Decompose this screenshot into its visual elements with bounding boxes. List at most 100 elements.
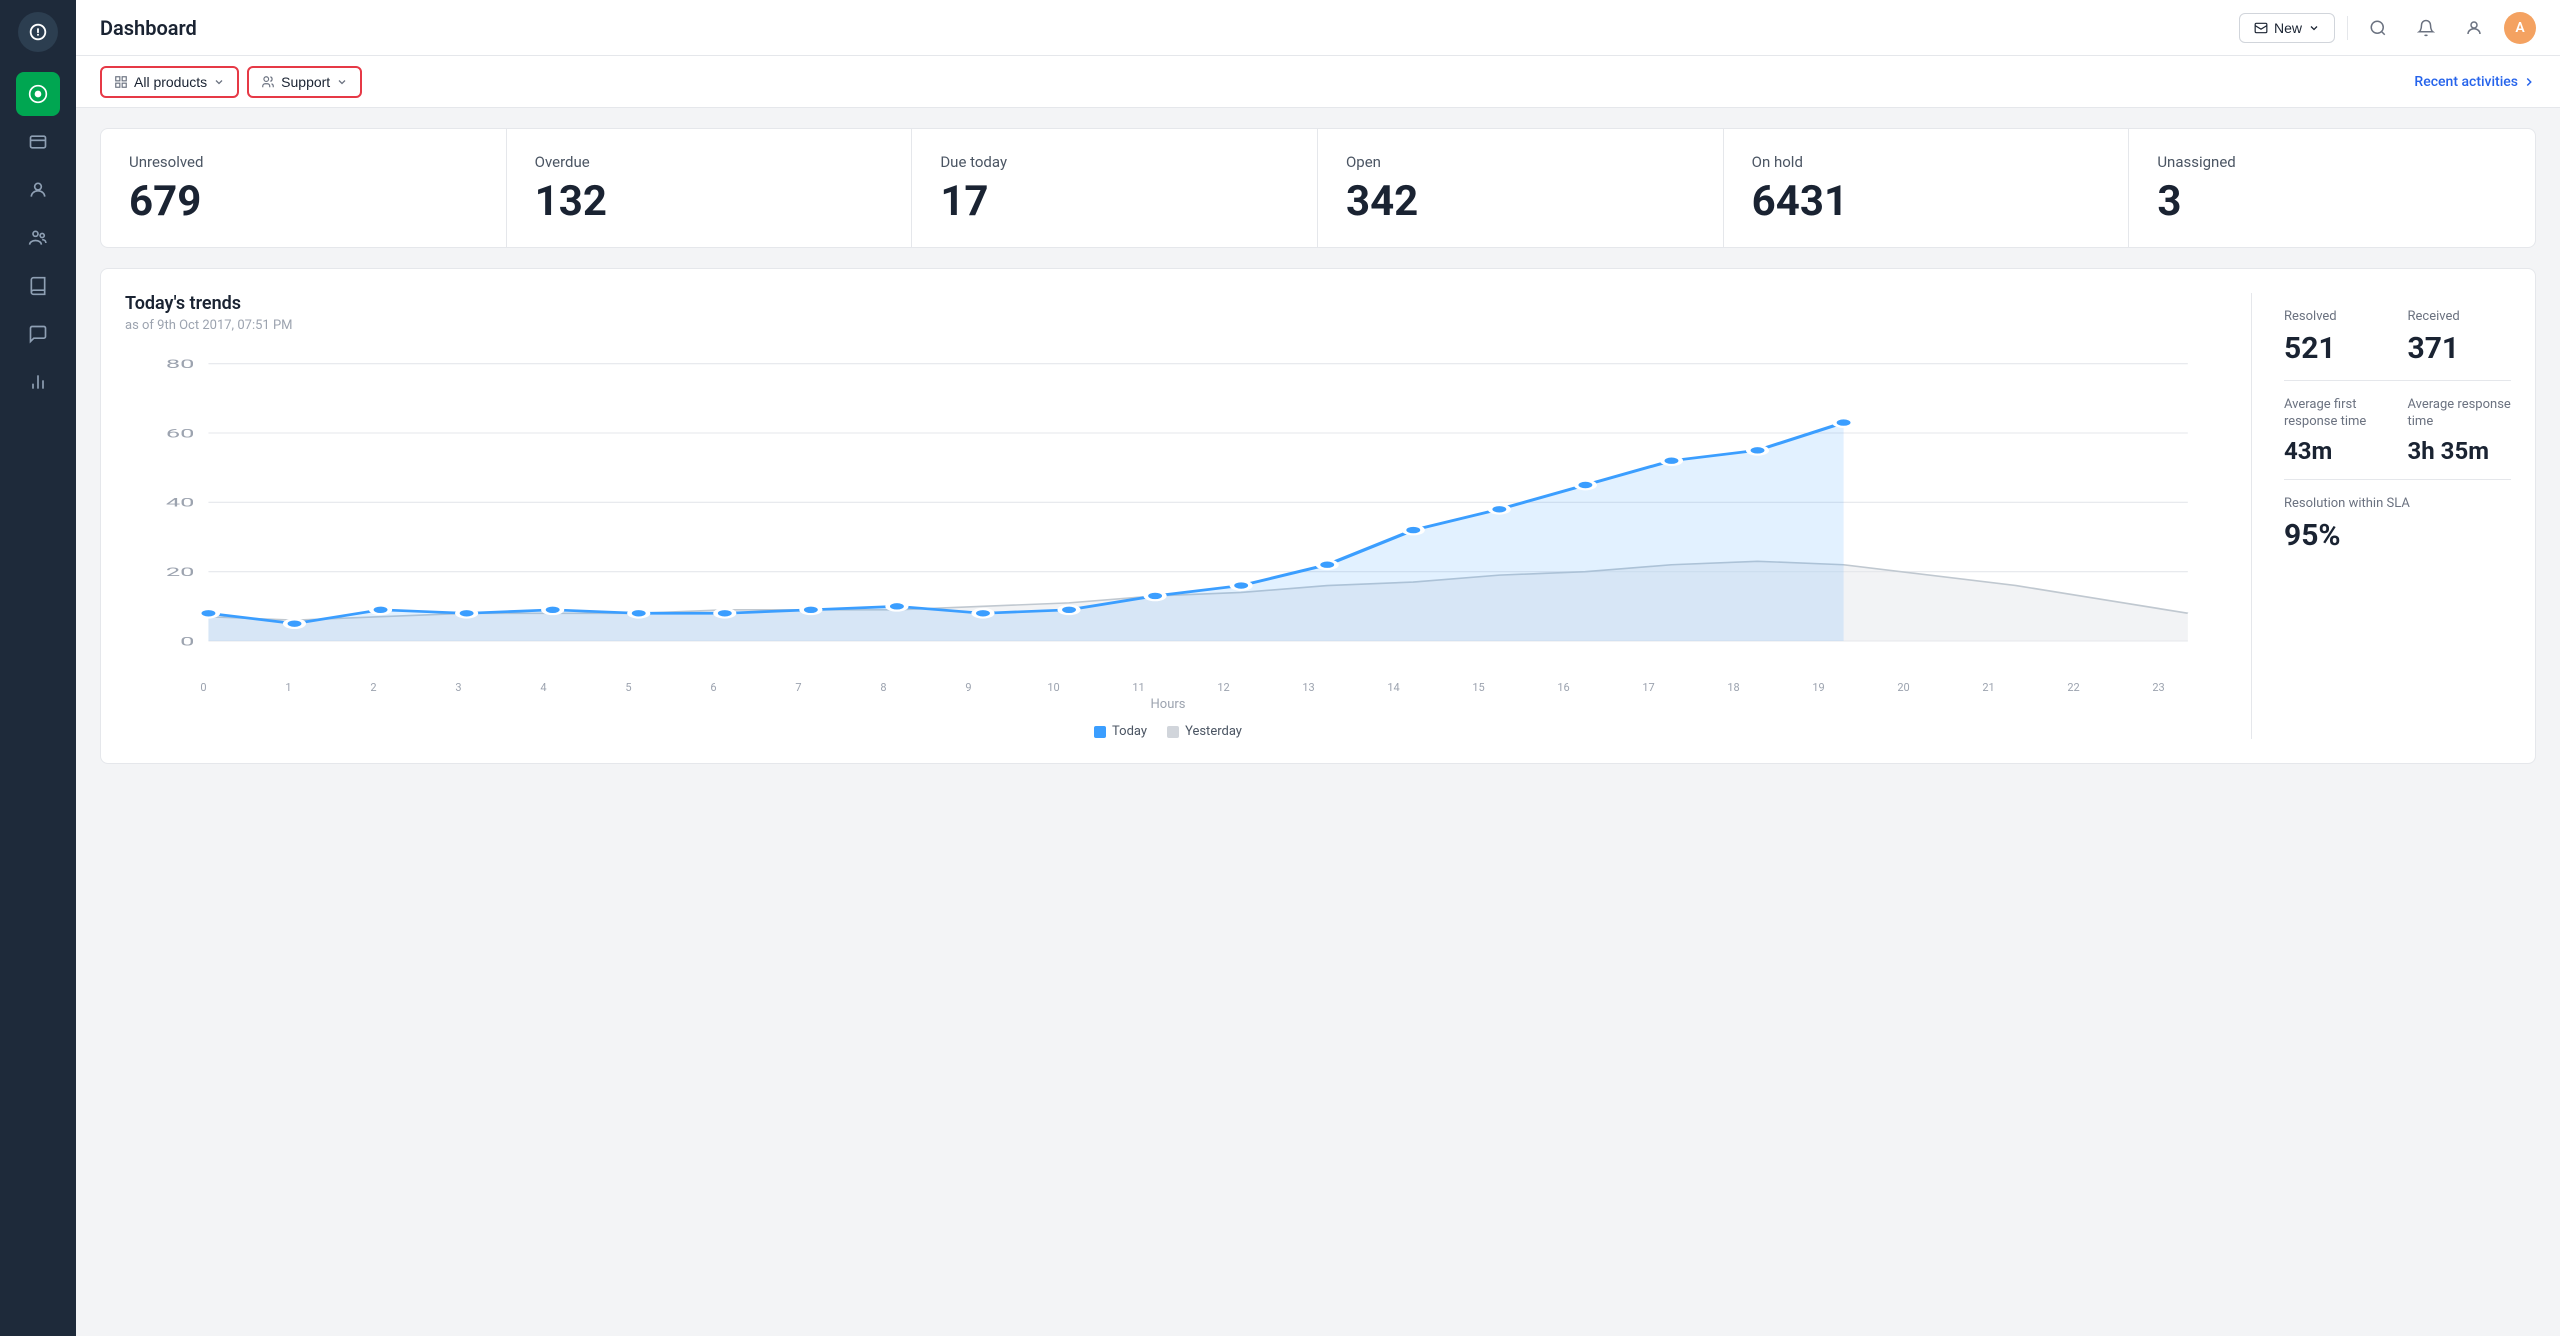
x-axis-title: Hours [125,697,2211,712]
svg-text:20: 20 [166,565,195,579]
metric-row-1: Resolved 521 Received 371 [2284,293,2511,381]
user-circle-icon [2465,19,2483,37]
content-area: Unresolved 679 Overdue 132 Due today 17 … [76,108,2560,1336]
header-divider [2347,16,2348,40]
resolution-sla-metric: Resolution within SLA 95% [2284,496,2511,551]
stat-card: Overdue 132 [507,129,913,247]
chart-container: 020406080 012345678910111213141516171819… [125,353,2211,693]
header-actions: New A [2239,10,2536,46]
chevron-right-icon [2522,75,2536,89]
stat-label: On hold [1752,153,2101,171]
page-title: Dashboard [100,16,197,40]
notifications-button[interactable] [2408,10,2444,46]
grid-icon [114,75,128,89]
resolution-sla-label: Resolution within SLA [2284,496,2511,513]
chevron-down-icon-2 [336,76,348,88]
stat-value: 679 [129,181,478,223]
header: Dashboard New A [76,0,2560,56]
resolved-metric: Resolved 521 [2284,309,2388,364]
stat-label: Overdue [535,153,884,171]
svg-text:60: 60 [166,427,195,441]
x-axis-label: 12 [1181,681,1266,694]
legend-today: Today [1094,724,1147,739]
stats-grid: Unresolved 679 Overdue 132 Due today 17 … [100,128,2536,248]
received-label: Received [2408,309,2512,326]
x-axis-label: 19 [1776,681,1861,694]
x-axis-label: 14 [1351,681,1436,694]
svg-text:80: 80 [166,357,195,371]
resolved-label: Resolved [2284,309,2388,326]
chevron-down-icon [2308,22,2320,34]
x-axis-label: 11 [1096,681,1181,694]
sidebar-item-dashboard[interactable] [16,72,60,116]
x-axis-label: 23 [2116,681,2201,694]
x-axis-label: 18 [1691,681,1776,694]
stat-value: 17 [940,181,1289,223]
stat-card: Unassigned 3 [2129,129,2535,247]
stat-label: Unassigned [2157,153,2507,171]
avatar[interactable]: A [2504,12,2536,44]
x-axis-labels: 01234567891011121314151617181920212223 [125,681,2211,694]
x-axis-label: 21 [1946,681,2031,694]
chevron-down-icon [213,76,225,88]
sidebar-item-reports[interactable] [16,360,60,404]
stat-label: Open [1346,153,1695,171]
svg-text:40: 40 [166,496,195,510]
avg-first-response-label: Average first response time [2284,397,2388,431]
avg-response-metric: Average response time 3h 35m [2408,397,2512,463]
received-metric: Received 371 [2408,309,2512,364]
metric-row-3: Resolution within SLA 95% [2284,480,2511,567]
support-filter[interactable]: Support [247,66,362,98]
users-icon [261,75,275,89]
app-logo[interactable] [18,12,58,52]
search-button[interactable] [2360,10,2396,46]
yesterday-dot [1167,726,1179,738]
stat-label: Due today [940,153,1289,171]
email-icon [2254,21,2268,35]
today-dot [1094,726,1106,738]
filter-bar: All products Support Recent activities [76,56,2560,108]
chart-subtitle: as of 9th Oct 2017, 07:51 PM [125,318,2211,333]
x-axis-label: 3 [416,681,501,694]
sidebar-item-knowledge[interactable] [16,264,60,308]
x-axis-label: 1 [246,681,331,694]
chart-legend: Today Yesterday [125,724,2211,739]
x-axis-label: 13 [1266,681,1351,694]
x-axis-label: 9 [926,681,1011,694]
sidebar [0,0,76,1336]
sidebar-item-tickets[interactable] [16,120,60,164]
bell-icon [2417,19,2435,37]
filter-controls: All products Support [100,66,362,98]
x-axis-label: 0 [161,681,246,694]
stat-card: Unresolved 679 [101,129,507,247]
stat-card: Open 342 [1318,129,1724,247]
search-icon [2369,19,2387,37]
chart-right: Resolved 521 Received 371 Average first … [2251,293,2511,739]
chart-left: Today's trends as of 9th Oct 2017, 07:51… [125,293,2211,739]
stat-value: 342 [1346,181,1695,223]
sidebar-item-contacts[interactable] [16,168,60,212]
resolution-sla-value: 95% [2284,521,2511,551]
user-menu-button[interactable] [2456,10,2492,46]
stat-value: 132 [535,181,884,223]
stat-value: 6431 [1752,181,2101,223]
sidebar-item-chat[interactable] [16,312,60,356]
all-products-filter[interactable]: All products [100,66,239,98]
stat-card: On hold 6431 [1724,129,2130,247]
x-axis-label: 15 [1436,681,1521,694]
avg-response-label: Average response time [2408,397,2512,431]
new-button[interactable]: New [2239,13,2335,43]
svg-text:0: 0 [180,635,194,649]
main-content: Dashboard New A All products [76,0,2560,1336]
x-axis-label: 6 [671,681,756,694]
recent-activities-link[interactable]: Recent activities [2414,74,2536,90]
chart-section: Today's trends as of 9th Oct 2017, 07:51… [100,268,2536,764]
stat-label: Unresolved [129,153,478,171]
avg-response-value: 3h 35m [2408,439,2512,463]
stat-card: Due today 17 [912,129,1318,247]
sidebar-item-teams[interactable] [16,216,60,260]
x-axis-label: 22 [2031,681,2116,694]
trend-chart-svg: 0 20 40 60 80 [125,353,2211,673]
x-axis-label: 4 [501,681,586,694]
x-axis-label: 10 [1011,681,1096,694]
